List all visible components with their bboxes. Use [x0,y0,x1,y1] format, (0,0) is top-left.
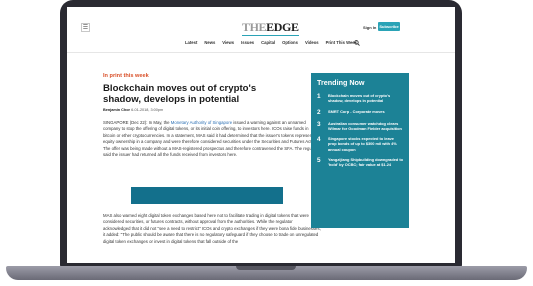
logo-prefix: THE [242,20,267,34]
trending-title: Trending Now [317,78,365,87]
article-byline: Benjamin Chor 6-01-2018, 3:00pm [103,108,163,112]
article-author[interactable]: Benjamin Chor [103,108,130,112]
laptop-screen: ☰ THEEDGE Sign In Subscribe Latest News … [67,7,455,263]
trending-headline[interactable]: Australian consumer watchdog clears Wilm… [328,121,403,132]
trending-item[interactable]: 2 SMRT Corp - Corporate moves [317,109,403,116]
nav-item-latest[interactable]: Latest [185,40,197,46]
article-paragraph: MAS also warned eight digital token exch… [103,213,321,244]
paragraph-text: issued a warning against an unnamed comp… [103,120,321,158]
nav-item-views[interactable]: Views [222,40,234,46]
logo-underline [242,35,299,36]
article-date: 6-01-2018, 3:00pm [131,108,164,112]
ad-banner[interactable] [131,187,283,204]
nav-item-videos[interactable]: Videos [305,40,319,46]
trending-item[interactable]: 3 Australian consumer watchdog clears Wi… [317,121,403,132]
search-icon[interactable] [354,40,360,46]
trending-number: 2 [317,108,321,116]
nav-item-issues[interactable]: Issues [241,40,254,46]
site-header: ☰ THEEDGE Sign In Subscribe Latest News … [67,7,455,53]
trending-number: 1 [317,93,321,100]
trending-item[interactable]: 4 Singapore stocks expected to leave pro… [317,136,403,152]
laptop-notch [236,266,296,270]
article-headline: Blockchain moves out of crypto's shadow,… [103,83,257,105]
trending-headline[interactable]: Blockchain moves out of crypto's shadow,… [328,93,403,104]
article-kicker[interactable]: In print this week [103,73,149,79]
mas-link[interactable]: Monetary Authority of Singapore [171,120,232,125]
article-paragraph: SINGAPORE (Dec 22): In May, the Monetary… [103,120,321,158]
trending-item[interactable]: 5 Yangzijiang Shipbuilding downgraded to… [317,157,403,168]
site-logo[interactable]: THEEDGE [242,20,299,36]
trending-number: 4 [317,136,321,144]
nav-item-news[interactable]: News [204,40,215,46]
logo-main: EDGE [266,20,299,34]
trending-headline[interactable]: Yangzijiang Shipbuilding downgraded to '… [328,157,403,168]
main-nav: Latest News Views Issues Capital Options… [185,40,357,46]
trending-headline[interactable]: SMRT Corp - Corporate moves [328,109,385,116]
trending-panel: Trending Now 1 Blockchain moves out of c… [311,73,409,228]
menu-button[interactable]: ☰ [81,23,90,32]
trending-headline[interactable]: Singapore stocks expected to leave prop … [328,136,403,152]
hamburger-icon: ☰ [82,24,89,31]
trending-item[interactable]: 1 Blockchain moves out of crypto's shado… [317,93,403,104]
nav-item-capital[interactable]: Capital [261,40,275,46]
nav-item-print-this-week[interactable]: Print This Week [326,40,357,46]
nav-item-options[interactable]: Options [282,40,298,46]
sign-in-link[interactable]: Sign In [363,25,376,30]
paragraph-text: SINGAPORE (Dec 22): In May, the [103,120,171,125]
trending-number: 3 [317,120,321,128]
trending-number: 5 [317,157,321,165]
subscribe-button[interactable]: Subscribe [378,22,400,31]
